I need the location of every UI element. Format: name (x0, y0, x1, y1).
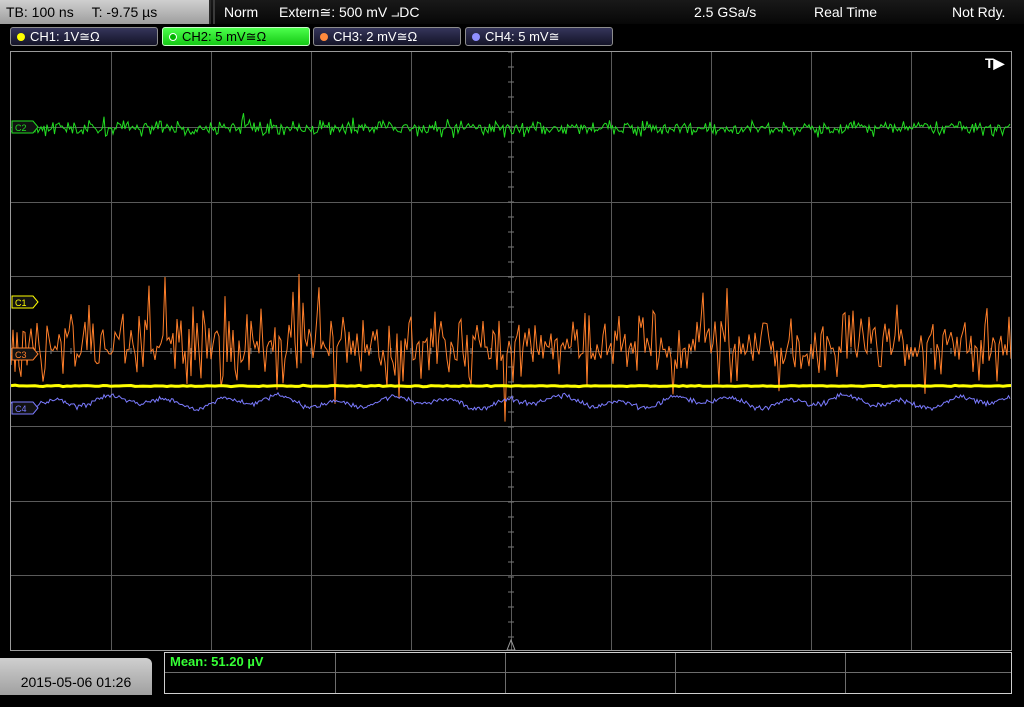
table-divider (335, 653, 336, 693)
ch2-waveform (10, 113, 1011, 138)
ch2-marker[interactable]: C2 (11, 120, 39, 134)
ch3-marker[interactable]: C3 (11, 347, 39, 361)
ch4-marker-label: C4 (15, 404, 27, 414)
channel-label: CH4: 5 mV≅ (485, 29, 560, 44)
trigger-time-value: T: -9.75 µs (91, 4, 158, 20)
ch1-dot-icon (17, 33, 25, 41)
top-divider (213, 0, 215, 24)
ch1-marker-label: C1 (15, 298, 27, 308)
oscilloscope-display[interactable]: C2 C1 C3 C4 T▶ (10, 51, 1012, 651)
channel-tab-ch4[interactable]: CH4: 5 mV≅ (465, 27, 613, 46)
ch1-marker[interactable]: C1 (11, 295, 39, 309)
trigger-status: Not Rdy. (952, 4, 1006, 20)
table-divider (675, 653, 676, 693)
timebase-value: TB: 100 ns (6, 4, 74, 20)
ch4-dot-icon (472, 33, 480, 41)
waveform-area[interactable]: C2 C1 C3 C4 T▶ (10, 51, 1012, 651)
trigger-source[interactable]: Extern≅: 500 mV ⨼DC (279, 0, 420, 24)
channel-tab-ch3[interactable]: CH3: 2 mV≅Ω (313, 27, 461, 46)
table-divider (845, 653, 846, 693)
trigger-position-marker[interactable]: T▶ (985, 55, 1006, 71)
channel-tab-ch2[interactable]: CH2: 5 mV≅Ω (162, 27, 310, 46)
ch4-waveform (10, 391, 1011, 412)
bottom-bar: 2015-05-06 01:26 Mean: 51.20 µV (0, 652, 1024, 695)
acquisition-mode[interactable]: Real Time (814, 0, 877, 24)
trigger-mode[interactable]: Norm (224, 0, 258, 24)
ch2-dot-icon (169, 33, 177, 41)
ch3-marker-label: C3 (15, 350, 27, 360)
measurement-mean: Mean: 51.20 µV (170, 654, 264, 669)
channel-label: CH3: 2 mV≅Ω (333, 29, 418, 44)
timebase-box[interactable]: TB: 100 ns T: -9.75 µs (0, 0, 211, 24)
measurement-table[interactable]: Mean: 51.20 µV (164, 652, 1012, 694)
table-divider (505, 653, 506, 693)
datetime-box: 2015-05-06 01:26 (0, 658, 152, 695)
table-divider (165, 672, 1011, 673)
channel-bar: CH1: 1V≅Ω CH2: 5 mV≅Ω CH3: 2 mV≅Ω CH4: 5… (0, 24, 1024, 50)
ch2-marker-label: C2 (15, 123, 27, 133)
sample-rate: 2.5 GSa/s (694, 4, 757, 20)
channel-label: CH1: 1V≅Ω (30, 29, 100, 44)
top-status-bar: TB: 100 ns T: -9.75 µs Norm Extern≅: 500… (0, 0, 1024, 24)
ch1-waveform (10, 383, 1012, 389)
channel-tab-ch1[interactable]: CH1: 1V≅Ω (10, 27, 158, 46)
channel-label: CH2: 5 mV≅Ω (182, 29, 267, 44)
ch3-dot-icon (320, 33, 328, 41)
ch4-marker[interactable]: C4 (11, 401, 39, 415)
